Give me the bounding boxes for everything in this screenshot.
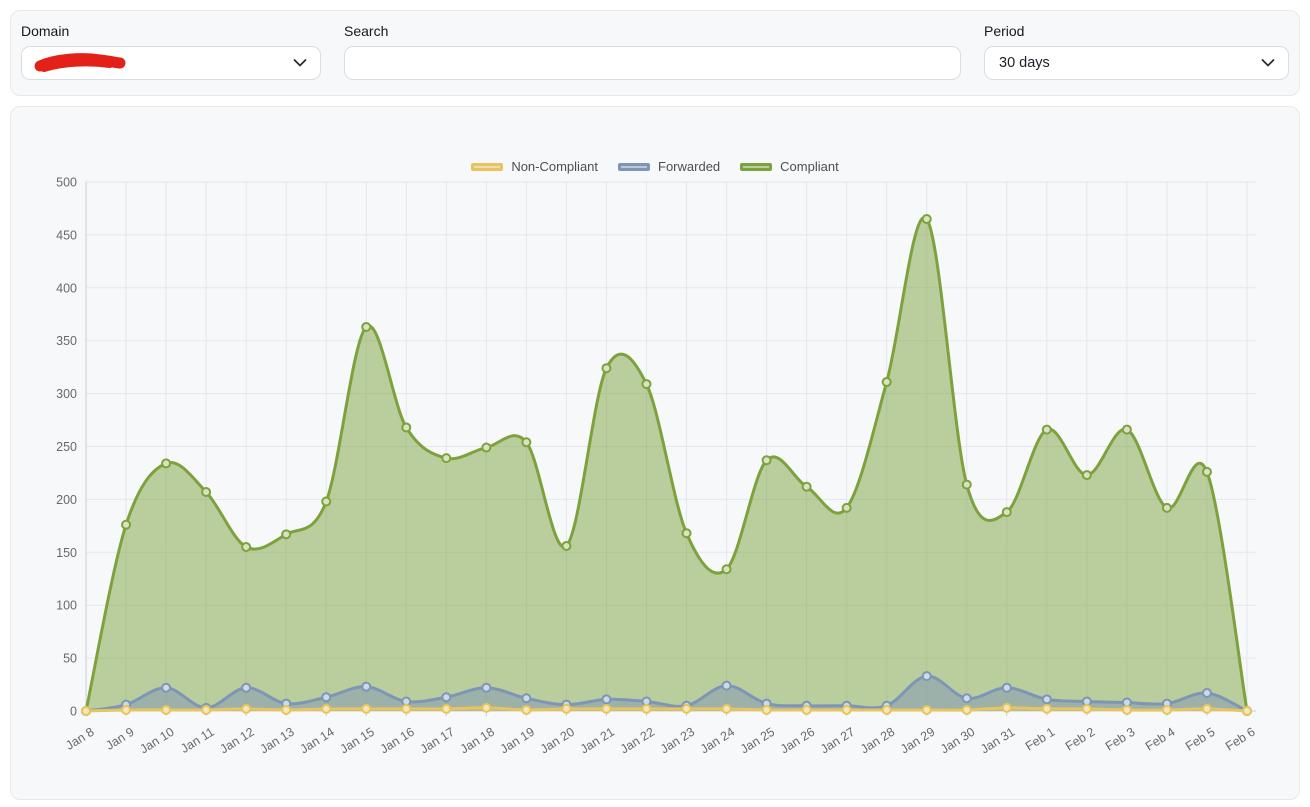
svg-text:500: 500 <box>56 176 77 190</box>
svg-text:Jan 26: Jan 26 <box>778 725 817 757</box>
svg-text:Jan 15: Jan 15 <box>338 725 377 757</box>
period-value: 30 days <box>999 55 1050 71</box>
svg-text:0: 0 <box>70 705 77 719</box>
svg-text:Jan 31: Jan 31 <box>978 725 1017 757</box>
svg-text:Jan 11: Jan 11 <box>178 725 217 756</box>
legend-swatch <box>471 163 503 171</box>
svg-text:Jan 21: Jan 21 <box>578 725 617 757</box>
page: Domain Search Period 30 days <box>0 0 1310 807</box>
svg-text:Jan 23: Jan 23 <box>658 725 697 757</box>
svg-text:450: 450 <box>56 228 77 242</box>
svg-text:350: 350 <box>56 334 77 348</box>
domain-field: Domain <box>21 23 321 81</box>
svg-text:200: 200 <box>56 493 77 507</box>
domain-label: Domain <box>21 23 321 39</box>
svg-text:300: 300 <box>56 387 77 401</box>
legend-item-non-compliant: Non-Compliant <box>471 159 598 174</box>
legend-label: Compliant <box>780 159 839 174</box>
svg-text:Jan 8: Jan 8 <box>63 725 96 753</box>
search-input[interactable] <box>344 46 961 80</box>
svg-text:400: 400 <box>56 281 77 295</box>
svg-text:Jan 29: Jan 29 <box>898 725 937 757</box>
svg-text:Jan 25: Jan 25 <box>738 725 777 757</box>
chevron-down-icon <box>1261 59 1275 68</box>
period-select[interactable]: 30 days <box>984 46 1289 80</box>
svg-text:Jan 12: Jan 12 <box>217 725 256 757</box>
svg-text:Jan 22: Jan 22 <box>618 725 657 757</box>
svg-text:150: 150 <box>56 546 77 560</box>
svg-text:Feb 2: Feb 2 <box>1063 725 1098 754</box>
svg-text:Jan 28: Jan 28 <box>858 725 897 757</box>
compliance-chart: 0 50 100 150 200 250 300 350 400 450 500 Jan 8Jan 9… <box>11 107 1301 801</box>
svg-text:Jan 18: Jan 18 <box>458 725 497 757</box>
svg-text:Jan 14: Jan 14 <box>298 725 337 757</box>
svg-text:Jan 13: Jan 13 <box>258 725 297 757</box>
svg-text:Jan 20: Jan 20 <box>538 725 577 757</box>
chevron-down-icon <box>293 59 307 68</box>
svg-text:Jan 17: Jan 17 <box>418 725 457 757</box>
svg-text:50: 50 <box>63 652 77 666</box>
chart-legend: Non-Compliant Forwarded Compliant <box>11 159 1299 174</box>
svg-text:Feb 3: Feb 3 <box>1103 725 1138 754</box>
svg-text:Feb 1: Feb 1 <box>1023 725 1058 754</box>
svg-text:Feb 4: Feb 4 <box>1143 725 1178 754</box>
filter-bar: Domain Search Period 30 days <box>10 10 1300 96</box>
legend-item-compliant: Compliant <box>740 159 839 174</box>
svg-text:Jan 19: Jan 19 <box>498 725 537 757</box>
svg-text:Jan 30: Jan 30 <box>938 725 977 757</box>
period-field: Period 30 days <box>984 23 1289 81</box>
svg-text:100: 100 <box>56 599 77 613</box>
svg-text:250: 250 <box>56 440 77 454</box>
svg-text:Feb 5: Feb 5 <box>1183 725 1218 754</box>
search-label: Search <box>344 23 961 39</box>
redaction-scribble <box>32 52 128 74</box>
chart-panel: 0 50 100 150 200 250 300 350 400 450 500 Jan 8Jan 9… <box>10 106 1300 800</box>
svg-text:Jan 24: Jan 24 <box>698 725 737 757</box>
svg-text:Jan 16: Jan 16 <box>378 725 417 757</box>
legend-item-forwarded: Forwarded <box>618 159 720 174</box>
svg-text:Jan 27: Jan 27 <box>818 725 857 757</box>
svg-text:Feb 6: Feb 6 <box>1223 725 1258 754</box>
svg-text:Jan 10: Jan 10 <box>137 725 176 757</box>
svg-text:Jan 9: Jan 9 <box>103 725 136 753</box>
legend-label: Non-Compliant <box>511 159 598 174</box>
legend-swatch <box>740 163 772 171</box>
legend-swatch <box>618 163 650 171</box>
domain-select[interactable] <box>21 46 321 80</box>
period-label: Period <box>984 23 1289 39</box>
search-field: Search <box>344 23 961 81</box>
legend-label: Forwarded <box>658 159 720 174</box>
